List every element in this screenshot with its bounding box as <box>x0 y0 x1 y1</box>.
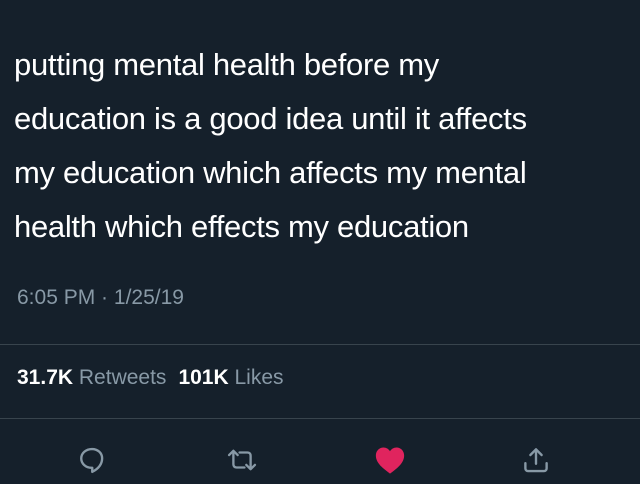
divider-bottom <box>0 418 640 419</box>
tweet-stats: 31.7K Retweets 101K Likes <box>17 366 284 390</box>
timestamp-separator: · <box>95 286 114 309</box>
tweet-time: 6:05 PM <box>17 286 96 309</box>
retweet-arrows-icon <box>226 445 258 475</box>
likes-stat[interactable]: 101K Likes <box>178 366 283 389</box>
retweets-count: 31.7K <box>17 366 74 389</box>
tweet-detail: putting mental health before my educatio… <box>0 0 640 484</box>
comment-bubble-icon <box>77 445 107 475</box>
reply-button[interactable] <box>72 440 112 480</box>
share-button[interactable] <box>516 440 556 480</box>
heart-icon <box>374 445 406 475</box>
divider-top <box>0 344 640 345</box>
tweet-text: putting mental health before my educatio… <box>14 47 527 244</box>
retweets-stat[interactable]: 31.7K Retweets <box>17 366 166 389</box>
retweet-button[interactable] <box>222 440 262 480</box>
tweet-timestamp[interactable]: 6:05 PM · 1/25/19 <box>17 286 184 310</box>
like-button[interactable] <box>370 440 410 480</box>
likes-label: Likes <box>234 366 284 389</box>
retweets-label: Retweets <box>78 366 167 389</box>
share-upload-icon <box>521 445 551 475</box>
likes-count: 101K <box>178 366 229 389</box>
tweet-date: 1/25/19 <box>113 286 184 309</box>
tweet-actions-bar <box>0 432 640 484</box>
